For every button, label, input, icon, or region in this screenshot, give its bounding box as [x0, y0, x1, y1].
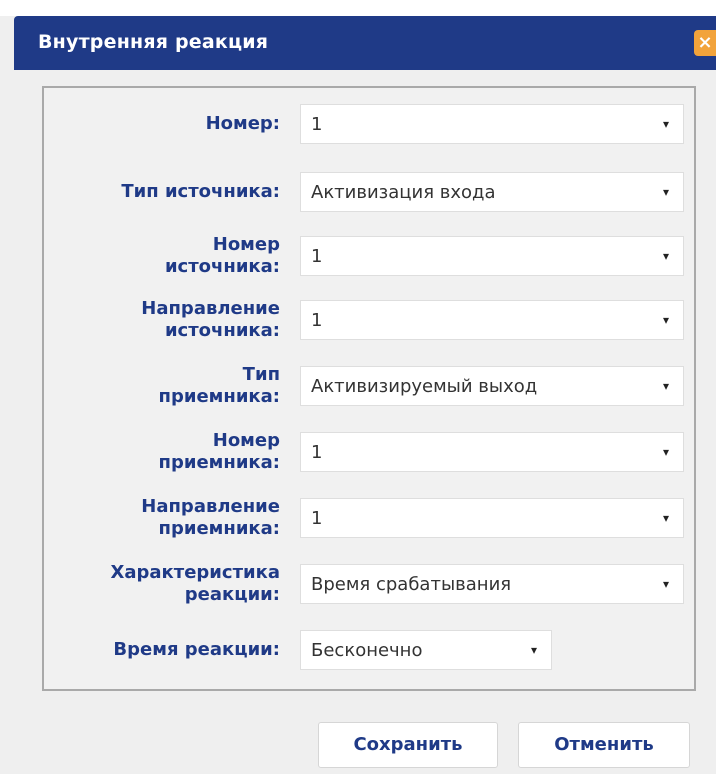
chevron-down-icon: ▾ — [662, 379, 669, 393]
receiver-direction-label: Направление приемника: — [141, 496, 280, 539]
chevron-down-icon: ▾ — [662, 577, 669, 591]
source-direction-value: 1 — [311, 310, 323, 331]
source-type-select[interactable]: Активизация входа ▾ — [300, 172, 684, 212]
chevron-down-icon: ▾ — [662, 117, 669, 131]
source-number-select[interactable]: 1 ▾ — [300, 236, 684, 276]
chevron-down-icon: ▾ — [662, 313, 669, 327]
close-button[interactable]: × — [694, 30, 716, 56]
receiver-type-select[interactable]: Активизируемый выход ▾ — [300, 366, 684, 406]
chevron-down-icon: ▾ — [662, 511, 669, 525]
chevron-down-icon: ▾ — [662, 185, 669, 199]
cancel-button[interactable]: Отменить — [518, 722, 690, 768]
chevron-down-icon: ▾ — [662, 445, 669, 459]
source-type-label: Тип источника: — [121, 181, 280, 202]
dialog-title: Внутренняя реакция — [38, 31, 269, 53]
reaction-time-value: Бесконечно — [311, 640, 423, 661]
receiver-direction-value: 1 — [311, 508, 323, 529]
source-direction-label: Направление источника: — [141, 298, 280, 341]
reaction-time-select[interactable]: Бесконечно ▾ — [300, 630, 552, 670]
number-select[interactable]: 1 ▾ — [300, 104, 684, 144]
reaction-characteristic-label: Характеристика реакции: — [110, 562, 281, 605]
reaction-characteristic-select[interactable]: Время срабатывания ▾ — [300, 564, 684, 604]
top-strip — [0, 0, 716, 16]
save-button[interactable]: Сохранить — [318, 722, 498, 768]
form-panel: Номер: 1 ▾ Тип источника: Активизация вх… — [42, 86, 696, 691]
receiver-number-label: Номер приемника: — [158, 430, 280, 473]
number-value: 1 — [311, 114, 323, 135]
receiver-number-value: 1 — [311, 442, 323, 463]
source-type-value: Активизация входа — [311, 182, 496, 203]
dialog-titlebar: Внутренняя реакция × — [14, 16, 716, 70]
chevron-down-icon: ▾ — [662, 249, 669, 263]
internal-reaction-dialog: Внутренняя реакция × Номер: 1 ▾ Тип исто… — [0, 0, 716, 774]
receiver-number-select[interactable]: 1 ▾ — [300, 432, 684, 472]
source-number-value: 1 — [311, 246, 323, 267]
source-direction-select[interactable]: 1 ▾ — [300, 300, 684, 340]
reaction-time-label: Время реакции: — [113, 639, 280, 660]
receiver-type-label: Тип приемника: — [158, 364, 280, 407]
chevron-down-icon: ▾ — [530, 643, 537, 657]
receiver-type-value: Активизируемый выход — [311, 376, 538, 397]
source-number-label: Номер источника: — [164, 234, 280, 277]
reaction-characteristic-value: Время срабатывания — [311, 574, 512, 595]
receiver-direction-select[interactable]: 1 ▾ — [300, 498, 684, 538]
close-icon: × — [697, 32, 713, 53]
number-label: Номер: — [205, 113, 280, 134]
